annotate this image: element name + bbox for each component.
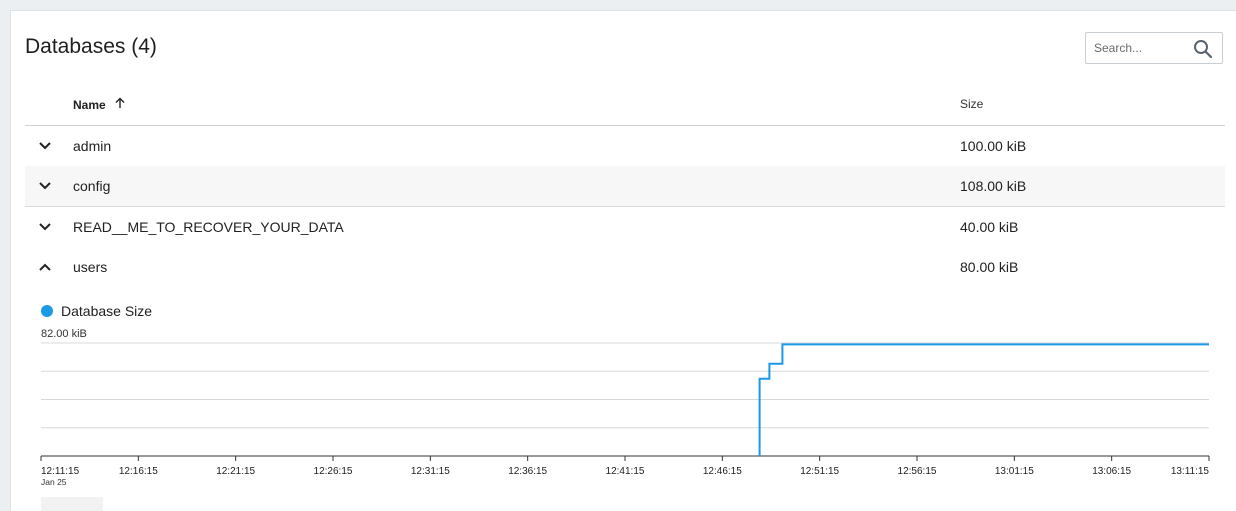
- chevron-down-icon[interactable]: [37, 178, 53, 194]
- search-input[interactable]: [1086, 33, 1198, 63]
- table-row[interactable]: users 80.00 kiB: [25, 247, 1225, 287]
- database-name: users: [73, 259, 108, 275]
- database-size-chart: 82.00 kiB 12:11:15 12:16:15 12:21:15 12:26:1…: [40, 328, 1210, 487]
- chevron-up-icon[interactable]: [37, 259, 53, 275]
- sort-ascending-icon[interactable]: [114, 97, 126, 112]
- x-tick-label: 12:21:15: [216, 466, 255, 477]
- database-name: config: [73, 178, 111, 194]
- column-name-header[interactable]: Name: [73, 97, 126, 112]
- x-tick-label: 13:06:15: [1092, 466, 1131, 477]
- page-title: Databases (4): [25, 35, 157, 58]
- x-date-sublabel: Jan 25: [41, 477, 67, 487]
- x-tick-label: 12:41:15: [606, 466, 645, 477]
- search-icon[interactable]: [1193, 39, 1213, 64]
- y-axis-max-label: 82.00 kiB: [41, 328, 87, 340]
- x-tick-label: 13:01:15: [995, 466, 1034, 477]
- chevron-down-icon[interactable]: [37, 138, 53, 154]
- series-line: [758, 343, 1209, 456]
- table-row[interactable]: READ__ME_TO_RECOVER_YOUR_DATA 40.00 kiB: [25, 207, 1225, 248]
- database-size: 80.00 kiB: [960, 259, 1019, 275]
- table-row[interactable]: config 108.00 kiB: [25, 166, 1225, 207]
- database-size: 40.00 kiB: [960, 219, 1019, 235]
- x-tick-label: 12:11:15: [41, 466, 80, 477]
- table-row[interactable]: admin 100.00 kiB: [25, 126, 1225, 167]
- x-tick-label: 12:56:15: [898, 466, 937, 477]
- database-size: 108.00 kiB: [960, 178, 1027, 194]
- chevron-down-icon[interactable]: [37, 219, 53, 235]
- chart-legend[interactable]: Database Size: [41, 303, 152, 319]
- database-name: READ__ME_TO_RECOVER_YOUR_DATA: [73, 219, 344, 235]
- legend-swatch: [41, 305, 53, 317]
- legend-label: Database Size: [61, 303, 153, 319]
- x-tick-label: 12:36:15: [508, 466, 547, 477]
- x-tick-label: 12:26:15: [314, 466, 353, 477]
- databases-panel: Databases (4) Name Size admin 100: [10, 10, 1236, 511]
- x-tick-label: 12:46:15: [703, 466, 742, 477]
- database-name: admin: [73, 138, 112, 154]
- column-size-header[interactable]: Size: [960, 97, 983, 111]
- database-size: 100.00 kiB: [960, 138, 1027, 154]
- chart-footer-control: [41, 497, 103, 511]
- x-tick-label: 12:31:15: [411, 466, 450, 477]
- search-box[interactable]: [1085, 32, 1223, 64]
- x-tick-label: 12:16:15: [119, 466, 158, 477]
- x-tick-label: 13:11:15: [1171, 466, 1210, 477]
- x-tick-label: 12:51:15: [800, 466, 839, 477]
- column-name-label: Name: [73, 97, 106, 112]
- table-header: Name Size: [25, 87, 1225, 126]
